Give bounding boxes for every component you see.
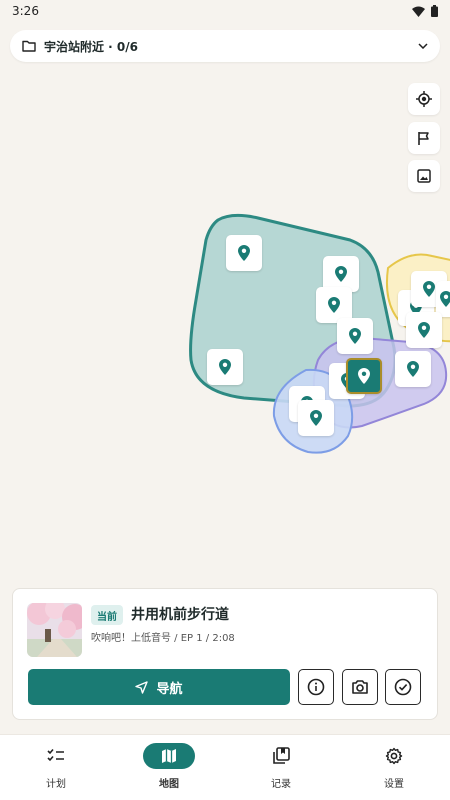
check-in-button[interactable] xyxy=(385,669,421,705)
map-pin-selected[interactable] xyxy=(346,358,382,394)
location-pin-icon xyxy=(423,281,435,297)
locate-button[interactable] xyxy=(408,83,440,115)
nav-item-plan[interactable]: 计划 xyxy=(16,743,96,790)
map-pin[interactable] xyxy=(337,318,373,354)
map-pin[interactable] xyxy=(207,349,243,385)
collection-icon xyxy=(255,743,307,769)
info-icon xyxy=(307,678,325,696)
location-pin-icon xyxy=(349,328,361,344)
checklist-icon xyxy=(30,743,82,769)
folder-selector[interactable]: 宇治站附近 · 0/6 xyxy=(10,30,440,62)
map-area[interactable] xyxy=(0,0,450,600)
nav-item-settings[interactable]: 设置 xyxy=(354,743,434,790)
flag-button[interactable] xyxy=(408,122,440,154)
location-pin-icon xyxy=(335,266,347,282)
nav-label: 计划 xyxy=(46,779,66,790)
nav-item-records[interactable]: 记录 xyxy=(241,743,321,790)
nav-label: 设置 xyxy=(384,779,404,790)
location-pin-icon xyxy=(328,297,340,313)
folder-title: 宇治站附近 · 0/6 xyxy=(44,39,138,54)
map-pin[interactable] xyxy=(406,312,442,348)
check-circle-icon xyxy=(394,678,412,696)
location-pin-icon xyxy=(310,410,322,426)
location-pin-icon xyxy=(407,361,419,377)
current-spot-card[interactable]: 当前 井用机前步行道 吹响吧！上低音号 / EP 1 / 2:08 导航 xyxy=(12,588,438,720)
bottom-navigation: 计划 地图 记录 设置 xyxy=(0,734,450,800)
gear-icon xyxy=(368,743,420,769)
info-button[interactable] xyxy=(298,669,334,705)
camera-icon xyxy=(352,680,368,694)
location-pin-icon xyxy=(358,368,370,384)
image-icon xyxy=(417,169,431,183)
location-pin-icon xyxy=(418,322,430,338)
locate-icon xyxy=(416,91,432,107)
map-icon xyxy=(143,743,195,769)
location-pin-icon xyxy=(238,245,250,261)
location-pin-icon xyxy=(219,359,231,375)
map-pin[interactable] xyxy=(298,400,334,436)
nav-item-map[interactable]: 地图 xyxy=(129,743,209,790)
nav-label: 地图 xyxy=(159,779,179,790)
map-zones xyxy=(189,213,450,454)
map-pin[interactable] xyxy=(226,235,262,271)
folder-icon xyxy=(22,40,36,52)
spot-title: 井用机前步行道 xyxy=(131,607,229,623)
nav-label: 记录 xyxy=(271,779,291,790)
navigate-label: 导航 xyxy=(156,681,183,697)
spot-subtitle: 吹响吧！上低音号 / EP 1 / 2:08 xyxy=(91,633,235,644)
flag-icon xyxy=(418,131,429,145)
camera-button[interactable] xyxy=(342,669,378,705)
location-pin-icon xyxy=(440,291,450,307)
chevron-down-icon xyxy=(418,43,428,49)
navigation-arrow-icon xyxy=(135,680,149,694)
spot-thumbnail xyxy=(27,603,82,657)
current-badge: 当前 xyxy=(91,605,123,625)
navigate-button[interactable]: 导航 xyxy=(28,669,290,705)
map-pin[interactable] xyxy=(395,351,431,387)
image-button[interactable] xyxy=(408,160,440,192)
